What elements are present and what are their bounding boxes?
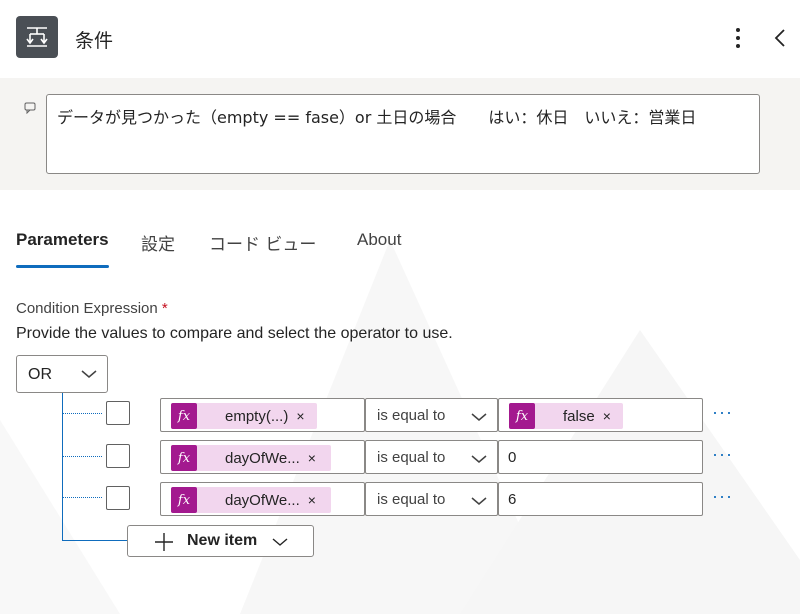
expression-token[interactable]: fx dayOfWe... × xyxy=(171,445,331,471)
condition-icon xyxy=(16,16,58,58)
group-operator-dropdown[interactable]: OR xyxy=(16,355,108,393)
tab-about[interactable]: About xyxy=(357,230,401,250)
plus-icon xyxy=(155,533,173,551)
tree-branch xyxy=(62,456,102,457)
chevron-left-icon[interactable] xyxy=(770,24,790,52)
operator-dropdown[interactable]: is equal to xyxy=(365,482,498,516)
new-item-button[interactable]: New item xyxy=(127,525,314,557)
tab-code-view[interactable]: コード ビュー xyxy=(209,230,316,255)
tree-branch xyxy=(62,413,102,414)
remove-token-icon[interactable]: × xyxy=(296,408,312,424)
chevron-down-icon xyxy=(471,455,487,463)
description-textarea[interactable]: データが見つかった（empty == fase）or 土日の場合 はい：休日 い… xyxy=(46,94,760,174)
more-vertical-icon[interactable] xyxy=(726,24,750,52)
left-operand-field[interactable]: fx dayOfWe... × xyxy=(160,440,365,474)
active-tab-indicator xyxy=(16,265,109,268)
row-checkbox[interactable] xyxy=(106,444,130,468)
tab-parameters[interactable]: Parameters xyxy=(16,230,109,250)
required-marker: * xyxy=(161,300,168,317)
token-label: empty(...) xyxy=(225,407,289,425)
right-operand-field[interactable]: 0 xyxy=(498,440,703,474)
chevron-down-icon xyxy=(81,370,97,378)
row-more-icon[interactable]: ··· xyxy=(712,402,733,423)
row-checkbox[interactable] xyxy=(106,401,130,425)
remove-token-icon[interactable]: × xyxy=(308,492,324,508)
panel-header: 条件 xyxy=(0,0,800,78)
right-operand-field[interactable]: 6 xyxy=(498,482,703,516)
operator-dropdown[interactable]: is equal to xyxy=(365,440,498,474)
row-more-icon[interactable]: ··· xyxy=(712,444,733,465)
expression-token[interactable]: fx empty(...) × xyxy=(171,403,317,429)
row-more-icon[interactable]: ··· xyxy=(712,486,733,507)
right-operand-field[interactable]: fx false × xyxy=(498,398,703,432)
panel-title: 条件 xyxy=(75,30,114,52)
token-label: dayOfWe... xyxy=(225,449,300,467)
tree-connector xyxy=(62,393,63,540)
condition-label-text: Condition Expression xyxy=(16,300,158,317)
fx-icon: fx xyxy=(171,403,197,429)
new-item-label: New item xyxy=(187,532,258,549)
comment-icon xyxy=(24,102,36,114)
operator-dropdown[interactable]: is equal to xyxy=(365,398,498,432)
chevron-down-icon xyxy=(471,497,487,505)
remove-token-icon[interactable]: × xyxy=(603,408,619,424)
group-operator-value: OR xyxy=(28,366,52,383)
operator-value: is equal to xyxy=(377,449,446,466)
fx-icon: fx xyxy=(171,487,197,513)
fx-icon: fx xyxy=(509,403,535,429)
chevron-down-icon xyxy=(471,413,487,421)
chevron-down-icon xyxy=(272,538,288,546)
tree-branch xyxy=(62,540,127,541)
expression-token[interactable]: fx false × xyxy=(509,403,623,429)
condition-help-text: Provide the values to compare and select… xyxy=(16,325,453,342)
fx-icon: fx xyxy=(171,445,197,471)
operator-value: is equal to xyxy=(377,407,446,424)
tab-settings[interactable]: 設定 xyxy=(141,230,175,255)
expression-token[interactable]: fx dayOfWe... × xyxy=(171,487,331,513)
token-label: false xyxy=(563,407,595,425)
row-checkbox[interactable] xyxy=(106,486,130,510)
right-operand-value: 6 xyxy=(508,491,517,508)
left-operand-field[interactable]: fx empty(...) × xyxy=(160,398,365,432)
tree-branch xyxy=(62,497,102,498)
operator-value: is equal to xyxy=(377,491,446,508)
token-label: dayOfWe... xyxy=(225,491,300,509)
condition-expression-label: Condition Expression * xyxy=(16,300,168,317)
remove-token-icon[interactable]: × xyxy=(308,450,324,466)
left-operand-field[interactable]: fx dayOfWe... × xyxy=(160,482,365,516)
right-operand-value: 0 xyxy=(508,449,517,466)
